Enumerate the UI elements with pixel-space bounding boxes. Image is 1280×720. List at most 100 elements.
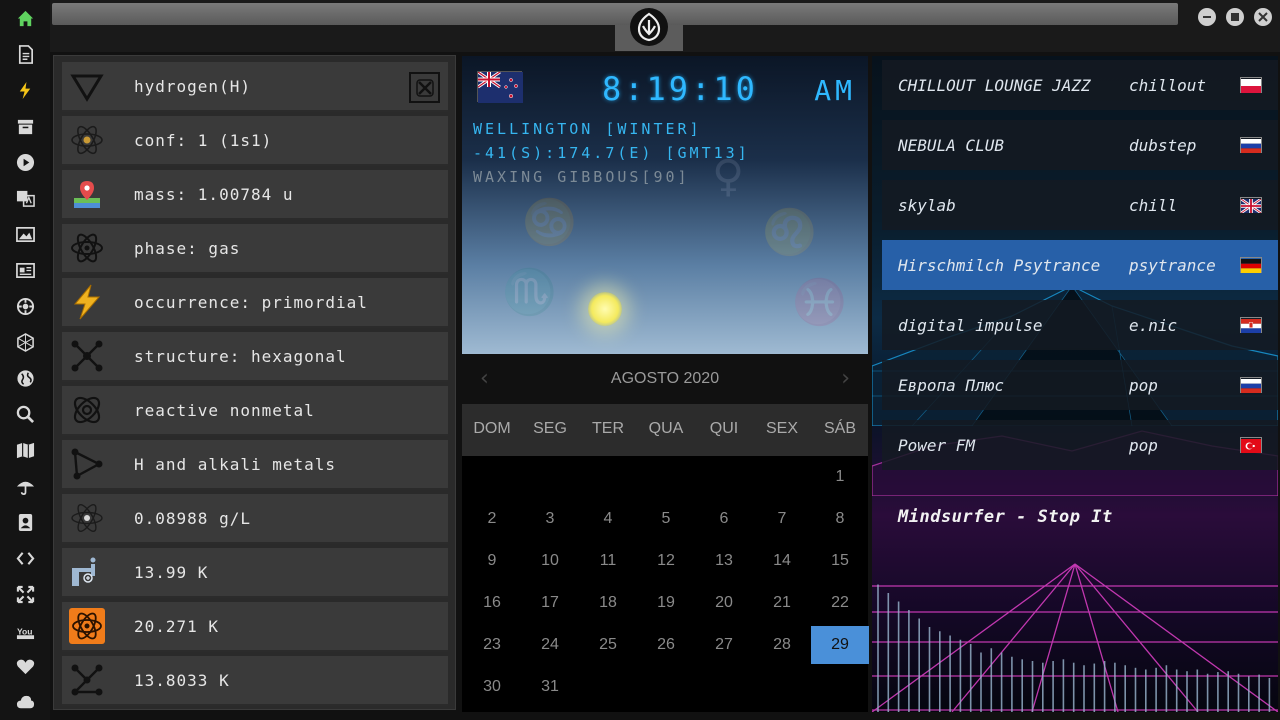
nodes-icon — [62, 655, 112, 705]
weekday-label: DOM — [473, 420, 511, 437]
property-row: occurrence: primordial — [62, 278, 448, 328]
calendar-day[interactable]: 10 — [521, 542, 579, 580]
search-icon[interactable] — [14, 403, 36, 425]
station-name: Hirschmilch Psytrance — [898, 255, 1101, 275]
heart-icon[interactable] — [14, 655, 36, 677]
code-icon[interactable] — [14, 547, 36, 569]
calendar-day[interactable]: 26 — [637, 626, 695, 664]
station-name: Европа Плюс — [898, 375, 1004, 395]
minimize-button[interactable] — [1198, 8, 1216, 26]
ru-flag-icon — [1240, 137, 1262, 153]
calendar-day[interactable]: 31 — [521, 668, 579, 706]
calendar-day[interactable]: 28 — [753, 626, 811, 664]
radio-station[interactable]: Европа Плюс pop — [882, 360, 1278, 410]
calendar-day[interactable]: 30 — [463, 668, 521, 706]
weekday-label: QUA — [648, 420, 684, 437]
contact-icon[interactable] — [14, 511, 36, 533]
address-bar[interactable] — [52, 3, 1178, 25]
station-genre: e.nic — [1129, 315, 1178, 335]
calendar-day[interactable]: 19 — [637, 584, 695, 622]
calendar-day[interactable]: 7 — [753, 500, 811, 538]
radio-station[interactable]: skylab chill — [882, 180, 1278, 230]
property-text: structure: hexagonal — [134, 346, 347, 366]
radio-station[interactable]: digital impulse e.nic — [882, 300, 1278, 350]
station-name: NEBULA CLUB — [898, 135, 1004, 155]
station-genre: chillout — [1129, 75, 1207, 95]
weekday-label: SEX — [765, 420, 798, 437]
calendar-day[interactable]: 14 — [753, 542, 811, 580]
calendar-day[interactable]: 9 — [463, 542, 521, 580]
calendar-day[interactable]: 18 — [579, 584, 637, 622]
zodiac-decoration: ♓ — [792, 277, 847, 328]
calendar-day[interactable]: 15 — [811, 542, 869, 580]
property-text: hydrogen(H) — [134, 76, 251, 96]
moon-phase: WAXING GIBBOUS[90] — [473, 168, 690, 186]
calendar-day[interactable]: 23 — [463, 626, 521, 664]
next-month-button[interactable]: › — [841, 366, 850, 391]
calendar-day[interactable]: 4 — [579, 500, 637, 538]
calendar-day[interactable]: 27 — [695, 626, 753, 664]
cloud-icon[interactable] — [14, 691, 36, 713]
property-row: H and alkali metals — [62, 440, 448, 490]
calendar-day[interactable]: 17 — [521, 584, 579, 622]
calendar-day[interactable]: 13 — [695, 542, 753, 580]
weekday-label: SÁB — [823, 420, 856, 437]
calendar-day[interactable]: 22 — [811, 584, 869, 622]
play-icon[interactable] — [14, 151, 36, 173]
document-icon[interactable] — [14, 43, 36, 65]
property-text: 13.8033 K — [134, 670, 230, 690]
maximize-button[interactable] — [1226, 8, 1244, 26]
calendar-day[interactable]: 25 — [579, 626, 637, 664]
calendar: ‹ AGOSTO 2020 › DOM SEG TER QUA QUI SEX SÁB 12… — [462, 354, 869, 712]
calendar-day[interactable]: 2 — [463, 500, 521, 538]
station-name: digital impulse — [898, 315, 1043, 335]
archive-icon[interactable] — [14, 115, 36, 137]
svg-text:You: You — [16, 626, 32, 636]
atom-icon — [62, 115, 112, 165]
tr-flag-icon — [1240, 437, 1262, 453]
property-text: 0.08988 g/L — [134, 508, 251, 528]
calendar-day[interactable]: 12 — [637, 542, 695, 580]
calendar-day[interactable]: 24 — [521, 626, 579, 664]
calendar-month: AGOSTO 2020 — [610, 370, 720, 387]
station-genre: dubstep — [1129, 135, 1197, 155]
calendar-day[interactable]: 29 — [811, 626, 869, 664]
calendar-day[interactable]: 16 — [463, 584, 521, 622]
news-icon[interactable] — [14, 259, 36, 281]
hr-flag-icon — [1240, 317, 1262, 333]
expand-icon[interactable] — [14, 583, 36, 605]
radio-station[interactable]: Power FM pop — [882, 420, 1278, 470]
calendar-day[interactable]: 3 — [521, 500, 579, 538]
close-button[interactable] — [1254, 8, 1272, 26]
radio-station[interactable]: CHILLOUT LOUNGE JAZZ chillout — [882, 60, 1278, 110]
lightning-icon[interactable] — [14, 79, 36, 101]
de-flag-icon — [1240, 257, 1262, 273]
property-row: phase: gas — [62, 224, 448, 274]
calendar-day[interactable]: 6 — [695, 500, 753, 538]
youtube-icon[interactable]: You — [14, 619, 36, 641]
property-row: 13.8033 K — [62, 656, 448, 706]
map-icon[interactable] — [14, 439, 36, 461]
station-name: Power FM — [898, 435, 976, 455]
calendar-day[interactable]: 21 — [753, 584, 811, 622]
calendar-day[interactable]: 1 — [811, 458, 869, 496]
sun-icon — [588, 292, 622, 326]
hexagon-icon[interactable] — [14, 331, 36, 353]
translate-icon[interactable] — [14, 187, 36, 209]
calendar-day[interactable]: 20 — [695, 584, 753, 622]
calendar-day[interactable]: 11 — [579, 542, 637, 580]
station-name: skylab — [898, 195, 956, 215]
prev-month-button[interactable]: ‹ — [480, 366, 489, 391]
umbrella-icon[interactable] — [14, 475, 36, 497]
close-element-button[interactable] — [409, 72, 440, 103]
sidebar: You — [0, 0, 50, 720]
globe-icon[interactable] — [14, 367, 36, 389]
settings-icon[interactable] — [14, 295, 36, 317]
image-icon[interactable] — [14, 223, 36, 245]
radio-station[interactable]: NEBULA CLUB dubstep — [882, 120, 1278, 170]
home-icon[interactable] — [14, 7, 36, 29]
calendar-day[interactable]: 8 — [811, 500, 869, 538]
map-pin-icon — [62, 169, 112, 219]
radio-station[interactable]: Hirschmilch Psytrance psytrance — [882, 240, 1278, 290]
calendar-day[interactable]: 5 — [637, 500, 695, 538]
